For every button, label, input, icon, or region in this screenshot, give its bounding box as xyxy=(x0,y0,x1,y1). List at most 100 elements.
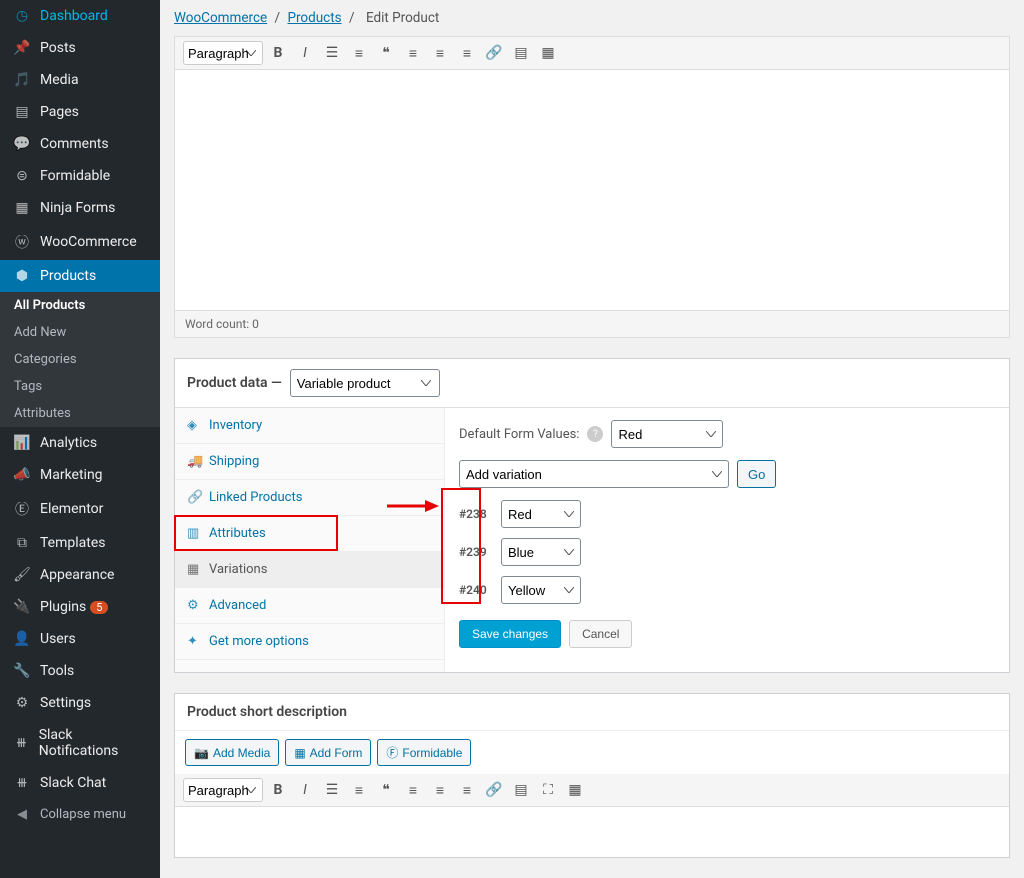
short-desc-toolbar: Paragraph B I ☰ ≡ ❝ ≡ ≡ ≡ 🔗 ▤ ⛶ ▦ xyxy=(175,774,1009,807)
save-changes-button[interactable]: Save changes xyxy=(459,620,561,648)
tab-advanced[interactable]: ⚙Advanced xyxy=(175,588,444,624)
align-left-button[interactable]: ≡ xyxy=(401,778,425,802)
align-right-button[interactable]: ≡ xyxy=(455,41,479,65)
menu-media[interactable]: 🎵Media xyxy=(0,64,160,96)
collapse-icon: ◀ xyxy=(12,807,32,822)
variation-value-select[interactable]: Yellow xyxy=(501,576,581,604)
templates-icon: ⧉ xyxy=(12,535,32,551)
bold-button[interactable]: B xyxy=(266,778,290,802)
menu-templates[interactable]: ⧉Templates xyxy=(0,527,160,559)
menu-settings[interactable]: ⚙Settings xyxy=(0,687,160,719)
quote-button[interactable]: ❝ xyxy=(374,41,398,65)
italic-button[interactable]: I xyxy=(293,41,317,65)
menu-comments[interactable]: 💬Comments xyxy=(0,128,160,160)
format-select[interactable]: Paragraph xyxy=(183,41,263,65)
plugin-badge: 5 xyxy=(90,601,108,614)
plug-icon: 🔌 xyxy=(12,599,32,615)
tab-get-more[interactable]: ✦Get more options xyxy=(175,624,444,660)
toolbar-toggle-button[interactable]: ▦ xyxy=(563,778,587,802)
bold-button[interactable]: B xyxy=(266,41,290,65)
toolbar-toggle-button[interactable]: ▦ xyxy=(536,41,560,65)
user-icon: 👤 xyxy=(12,631,32,647)
page-icon: ▤ xyxy=(12,104,32,120)
menu-pages[interactable]: ▤Pages xyxy=(0,96,160,128)
formidable-button[interactable]: ⒻFormidable xyxy=(377,739,471,766)
quote-button[interactable]: ❝ xyxy=(374,778,398,802)
menu-slack-chat[interactable]: ⧻Slack Chat xyxy=(0,767,160,799)
variation-value-select[interactable]: Blue xyxy=(501,538,581,566)
breadcrumb-products[interactable]: Products xyxy=(287,10,341,26)
submenu-attributes[interactable]: Attributes xyxy=(0,400,160,427)
tab-linked-products[interactable]: 🔗Linked Products xyxy=(175,480,444,516)
align-left-button[interactable]: ≡ xyxy=(401,41,425,65)
go-button[interactable]: Go xyxy=(737,460,776,488)
short-description-title: Product short description xyxy=(175,694,1009,731)
slack-icon: ⧻ xyxy=(12,735,31,751)
formidable-icon: Ⓕ xyxy=(386,744,398,761)
form-icon: ▦ xyxy=(294,746,305,760)
cancel-button[interactable]: Cancel xyxy=(569,620,632,648)
insert-more-button[interactable]: ▤ xyxy=(509,41,533,65)
products-submenu: All Products Add New Categories Tags Att… xyxy=(0,292,160,427)
variation-row-238[interactable]: #238 Red xyxy=(459,500,995,528)
variation-value-select[interactable]: Red xyxy=(501,500,581,528)
tab-variations[interactable]: ▦Variations xyxy=(175,552,444,588)
italic-button[interactable]: I xyxy=(293,778,317,802)
menu-products[interactable]: ⬢Products xyxy=(0,260,160,292)
menu-woocommerce[interactable]: ⓦWooCommerce xyxy=(0,224,160,260)
menu-formidable[interactable]: ⊜Formidable xyxy=(0,160,160,192)
short-desc-textarea[interactable] xyxy=(175,807,1009,857)
editor-textarea[interactable] xyxy=(175,70,1009,310)
tab-inventory[interactable]: ◈Inventory xyxy=(175,408,444,444)
submenu-tags[interactable]: Tags xyxy=(0,373,160,400)
bullet-list-button[interactable]: ☰ xyxy=(320,41,344,65)
menu-ninja-forms[interactable]: ▦Ninja Forms xyxy=(0,192,160,224)
link-button[interactable]: 🔗 xyxy=(482,778,506,802)
variations-panel: Default Form Values: ? Red Add variation… xyxy=(445,408,1009,672)
brush-icon: 🖌 xyxy=(12,567,32,583)
tab-attributes[interactable]: ▥Attributes xyxy=(175,516,444,552)
tab-shipping[interactable]: 🚚Shipping xyxy=(175,444,444,480)
menu-analytics[interactable]: 📊Analytics xyxy=(0,427,160,459)
ext-icon: ✦ xyxy=(187,634,201,649)
menu-marketing[interactable]: 📣Marketing xyxy=(0,459,160,491)
menu-slack-notifications[interactable]: ⧻Slack Notifications xyxy=(0,719,160,767)
add-media-button[interactable]: 📷Add Media xyxy=(185,739,279,766)
align-center-button[interactable]: ≡ xyxy=(428,778,452,802)
menu-appearance[interactable]: 🖌Appearance xyxy=(0,559,160,591)
menu-elementor[interactable]: ⒺElementor xyxy=(0,491,160,527)
link-icon: 🔗 xyxy=(187,490,201,505)
cube-icon: ⬢ xyxy=(12,268,32,284)
attributes-icon: ▥ xyxy=(187,526,201,541)
menu-posts[interactable]: 📌Posts xyxy=(0,32,160,64)
product-data-title: Product data — xyxy=(187,375,282,391)
add-form-button[interactable]: ▦Add Form xyxy=(285,739,371,766)
menu-tools[interactable]: 🔧Tools xyxy=(0,655,160,687)
default-value-select[interactable]: Red xyxy=(611,420,723,448)
number-list-button[interactable]: ≡ xyxy=(347,41,371,65)
submenu-add-new[interactable]: Add New xyxy=(0,319,160,346)
product-type-select[interactable]: Variable product xyxy=(290,369,440,397)
add-variation-select[interactable]: Add variation xyxy=(459,460,729,488)
submenu-categories[interactable]: Categories xyxy=(0,346,160,373)
fullscreen-button[interactable]: ⛶ xyxy=(536,778,560,802)
menu-plugins[interactable]: 🔌Plugins5 xyxy=(0,591,160,623)
insert-more-button[interactable]: ▤ xyxy=(509,778,533,802)
variation-row-239[interactable]: #239 Blue xyxy=(459,538,995,566)
help-icon[interactable]: ? xyxy=(587,426,603,442)
bullet-list-button[interactable]: ☰ xyxy=(320,778,344,802)
inventory-icon: ◈ xyxy=(187,418,201,433)
submenu-all-products[interactable]: All Products xyxy=(0,292,160,319)
breadcrumb-woocommerce[interactable]: WooCommerce xyxy=(174,10,267,26)
format-select[interactable]: Paragraph xyxy=(183,778,263,802)
menu-users[interactable]: 👤Users xyxy=(0,623,160,655)
collapse-menu[interactable]: ◀Collapse menu xyxy=(0,799,160,830)
variation-row-240[interactable]: #240 Yellow xyxy=(459,576,995,604)
gauge-icon: ◷ xyxy=(12,8,32,24)
align-right-button[interactable]: ≡ xyxy=(455,778,479,802)
menu-dashboard[interactable]: ◷Dashboard xyxy=(0,0,160,32)
align-center-button[interactable]: ≡ xyxy=(428,41,452,65)
comment-icon: 💬 xyxy=(12,136,32,152)
number-list-button[interactable]: ≡ xyxy=(347,778,371,802)
link-button[interactable]: 🔗 xyxy=(482,41,506,65)
